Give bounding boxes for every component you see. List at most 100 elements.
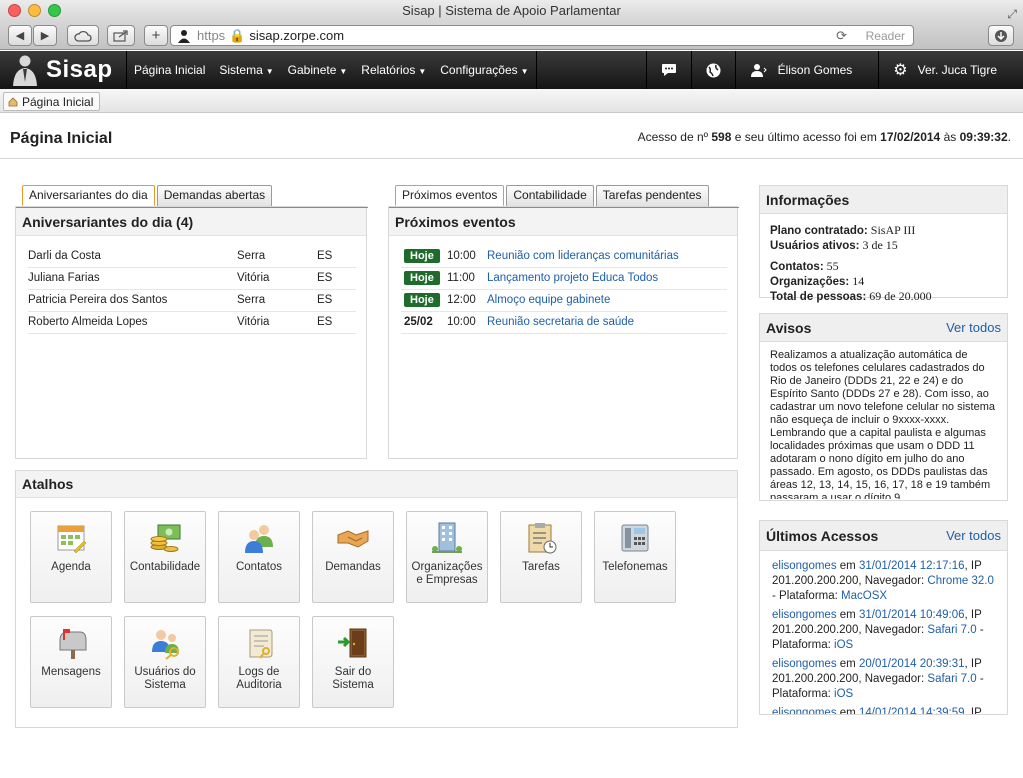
right-nav: Élison Gomes ⚙ Ver. Juca Tigre [645, 51, 1023, 89]
icloud-tabs-button[interactable] [67, 25, 99, 46]
event-title-cell: Reunião secretaria de saúde [487, 311, 727, 334]
tab-proximos-eventos[interactable]: Próximos eventos [395, 185, 505, 206]
address-bar[interactable]: https 🔒 sisap.zorpe.com ⟳ Reader [170, 25, 914, 46]
shortcut-users-key[interactable]: Usuários do Sistema [124, 616, 206, 708]
event-title-cell: Reunião com lideranças comunitárias [487, 245, 727, 268]
tab-contabilidade[interactable]: Contabilidade [506, 185, 594, 206]
access-user-link[interactable]: elisongomes [772, 609, 837, 621]
shortcut-scroll[interactable]: Logs de Auditoria [218, 616, 300, 708]
share-button[interactable] [107, 25, 135, 46]
reload-icon[interactable]: ⟳ [836, 28, 847, 44]
shortcut-phone[interactable]: Telefonemas [594, 511, 676, 603]
menu-configuracoes[interactable]: Configurações ▼ [433, 51, 535, 89]
access-info: Acesso de nº 598 e seu último acesso foi… [637, 130, 1011, 144]
shortcut-money[interactable]: Contabilidade [124, 511, 206, 603]
shortcut-label: Contatos [235, 561, 283, 573]
last-access-entry: elisongomes em 14/01/2014 14:39:59, IP [772, 706, 995, 715]
new-tab-button[interactable]: + [144, 25, 168, 46]
event-title-link[interactable]: Reunião secretaria de saúde [487, 316, 634, 328]
messages-button[interactable] [645, 51, 691, 89]
access-user-link[interactable]: elisongomes [772, 658, 837, 670]
birthday-state: ES [317, 267, 356, 290]
events-table: Hoje 10:00 Reunião com lideranças comunitá… [401, 245, 727, 334]
notices-see-all-link[interactable]: Ver todos [946, 320, 1001, 335]
minimize-window-button[interactable] [28, 4, 41, 17]
shortcut-exit-door[interactable]: Sair do Sistema [312, 616, 394, 708]
shortcut-clipboard[interactable]: Tarefas [500, 511, 582, 603]
access-word-em: em [839, 609, 856, 621]
user-menu[interactable]: Élison Gomes [734, 51, 879, 89]
access-date-link[interactable]: 20/01/2014 20:39:31 [859, 658, 965, 670]
user-name: Élison Gomes [777, 63, 853, 77]
reader-button[interactable]: Reader [866, 29, 905, 43]
access-platform-link[interactable]: iOS [834, 688, 853, 700]
today-badge: Hoje [404, 293, 440, 307]
access-word-ip: , IP [964, 560, 982, 572]
birthdays-table: Darli da Costa Serra ES Juliana Farias Vitór… [28, 245, 356, 334]
zoom-window-button[interactable] [48, 4, 61, 17]
access-browser-link[interactable]: Safari 7.0 [927, 673, 976, 685]
access-word-ip: , IP [964, 707, 982, 715]
shortcut-mailbox[interactable]: Mensagens [30, 616, 112, 708]
last-access-see-all-link[interactable]: Ver todos [946, 528, 1001, 543]
caret-down-icon: ▼ [265, 67, 274, 76]
menu-gabinete[interactable]: Gabinete ▼ [281, 51, 355, 89]
app-logo[interactable]: Sisap [10, 54, 113, 86]
close-window-button[interactable] [8, 4, 21, 17]
event-title-link[interactable]: Reunião com lideranças comunitárias [487, 250, 679, 262]
shortcut-label: Tarefas [522, 561, 560, 573]
event-title-link[interactable]: Lançamento projeto Educa Todos [487, 272, 658, 284]
info-body: Plano contratado: SisAP III Usuários ati… [770, 223, 932, 303]
event-time: 10:00 [447, 245, 487, 268]
access-word-platform: - Plataforma: [772, 590, 838, 602]
event-row: 25/02 10:00 Reunião secretaria de saúde [401, 311, 727, 334]
access-user-link[interactable]: elisongomes [772, 707, 837, 714]
gear-icon: ⚙ [893, 62, 908, 79]
info-heading: Informações [760, 186, 1007, 214]
scroll-icon [249, 629, 273, 659]
access-browser-link[interactable]: Chrome 32.0 [927, 575, 993, 587]
access-user-link[interactable]: elisongomes [772, 560, 837, 572]
downloads-button[interactable] [988, 25, 1014, 46]
page-title: Página Inicial [10, 130, 113, 147]
access-browser-link[interactable]: Safari 7.0 [927, 624, 976, 636]
event-day-cell: 25/02 [401, 311, 447, 334]
shortcut-calendar[interactable]: Agenda [30, 511, 112, 603]
phone-icon [621, 524, 649, 552]
header-divider [0, 158, 1023, 159]
notices-text: Realizamos a atualização automática de t… [770, 349, 996, 499]
clipboard-icon [528, 523, 557, 554]
tab-aniversariantes[interactable]: Aniversariantes do dia [22, 185, 155, 206]
access-platform-link[interactable]: MacOSX [841, 590, 887, 602]
info-box: Informações Plano contratado: SisAP III … [759, 185, 1008, 303]
event-row: Hoje 10:00 Reunião com lideranças comunitá… [401, 245, 727, 268]
birthday-name: Patricia Pereira dos Santos [28, 289, 237, 312]
access-date-link[interactable]: 31/01/2014 12:17:16 [859, 560, 965, 572]
shortcut-label: Agenda [51, 561, 91, 573]
birthdays-panel: Aniversariantes do dia (4) Darli da Cost… [15, 206, 368, 459]
access-date-link[interactable]: 14/01/2014 14:39:59 [859, 707, 965, 714]
last-access-entry: elisongomes em 31/01/2014 10:49:06, IP 2… [772, 608, 995, 653]
tab-tarefas-pendentes[interactable]: Tarefas pendentes [595, 185, 709, 206]
globe-button[interactable] [690, 51, 735, 89]
building-icon [432, 522, 462, 553]
forward-button[interactable]: ▶ [33, 25, 57, 46]
access-ip: 201.200.200.200 [772, 575, 859, 587]
settings-menu[interactable]: ⚙ Ver. Juca Tigre [878, 51, 1023, 89]
breadcrumb-home[interactable]: Página Inicial [3, 92, 101, 111]
shortcuts-heading: Atalhos [16, 471, 737, 498]
back-button[interactable]: ◀ [8, 25, 32, 46]
shortcut-handshake[interactable]: Demandas [312, 511, 394, 603]
menu-relatorios[interactable]: Relatórios ▼ [354, 51, 433, 89]
today-badge: Hoje [404, 248, 440, 263]
menu-pagina-inicial[interactable]: Página Inicial [127, 51, 212, 89]
access-platform-link[interactable]: iOS [834, 639, 853, 651]
shortcut-building[interactable]: Organizações e Empresas [406, 511, 488, 603]
menu-sistema[interactable]: Sistema ▼ [212, 51, 280, 89]
access-date-link[interactable]: 31/01/2014 10:49:06 [859, 609, 965, 621]
shortcut-contacts[interactable]: Contatos [218, 511, 300, 603]
shortcut-label: Usuários do Sistema [134, 666, 196, 691]
event-title-link[interactable]: Almoço equipe gabinete [487, 294, 610, 306]
logo-text: Sisap [46, 56, 113, 83]
tab-demandas-abertas[interactable]: Demandas abertas [156, 185, 273, 206]
